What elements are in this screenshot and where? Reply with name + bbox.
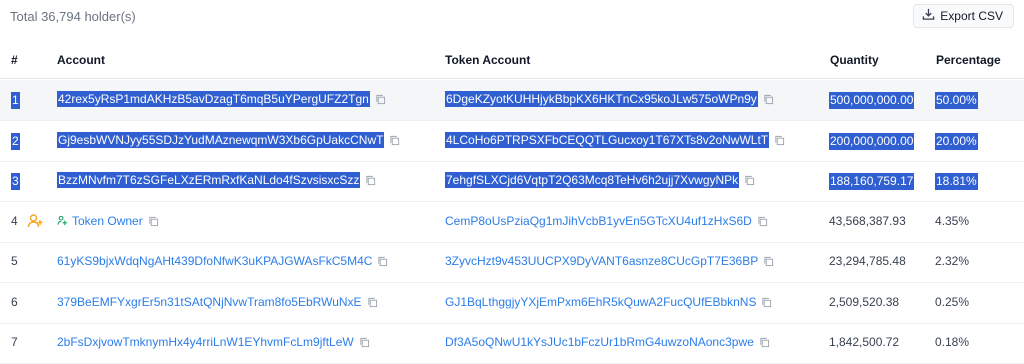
add-user-icon <box>27 213 43 229</box>
table-row: 5 61yKS9bjxWdqNgAHt439DfoNfwK3uKPAJGWAsFk… <box>0 242 1024 283</box>
column-account: Account <box>57 53 105 67</box>
account-link[interactable]: Token Owner <box>72 214 143 228</box>
account-cell: 61yKS9bjxWdqNgAHt439DfoNfwK3uKPAJGWAsFkC… <box>57 254 388 269</box>
copy-icon[interactable] <box>763 94 774 105</box>
column-token-account: Token Account <box>445 53 531 67</box>
token-account-link[interactable]: 7ehgfSLXCjd6VqtpT2Q63Mcq8TeHv6h2ujj7Xvwg… <box>445 172 740 188</box>
export-csv-button[interactable]: Export CSV <box>913 4 1014 28</box>
copy-icon[interactable] <box>761 297 772 308</box>
account-cell: 42rex5yRsP1mdAKHzB5avDzagT6mqB5uYPergUFZ… <box>57 91 386 107</box>
quantity-value: 500,000,000.00 <box>829 92 915 109</box>
copy-icon[interactable] <box>759 337 770 348</box>
token-account-link[interactable]: 4LCoHo6PTRPSXFbCEQQTLGucxoy1T67XTs8v2oNw… <box>445 131 770 148</box>
token-account-link[interactable]: 3ZyvcHzt9v453UUCPX9DyVANT6asnze8CUcGpT7E… <box>445 254 758 268</box>
percentage-value: 0.18% <box>935 335 970 349</box>
owner-icon <box>57 215 68 226</box>
copy-icon[interactable] <box>365 175 376 186</box>
account-link[interactable]: Gj9esbWVNJyy55SDJzYudMAznewqmW3Xb6GpUakc… <box>57 131 385 148</box>
account-link[interactable]: 379BeEMFYxgrEr5n31tSAtQNjNvwTram8fo5EbRW… <box>57 295 362 309</box>
column-quantity: Quantity <box>830 53 879 67</box>
row-index: 1 <box>11 92 20 109</box>
column-index: # <box>11 53 18 67</box>
token-account-link[interactable]: CemP8oUsPziaQg1mJihVcbB1yvEn5GTcXU4uf1zH… <box>445 214 752 228</box>
quantity-value: 1,842,500.72 <box>829 335 900 349</box>
percentage-value: 4.35% <box>935 213 970 228</box>
copy-icon[interactable] <box>377 256 388 267</box>
row-index: 7 <box>11 335 18 349</box>
account-cell: Token Owner <box>57 214 159 229</box>
percentage-value: 0.25% <box>935 294 970 309</box>
token-account-cell: 6DgeKZyotKUHHjykBbpKX6HKTnCx95koJLw575oW… <box>445 91 774 107</box>
total-holders: Total 36,794 holder(s) <box>10 9 136 24</box>
quantity-value: 188,160,759.17 <box>829 173 915 190</box>
quantity-value: 43,568,387.93 <box>829 213 906 228</box>
row-index: 6 <box>11 294 18 309</box>
token-account-cell: CemP8oUsPziaQg1mJihVcbB1yvEn5GTcXU4uf1zH… <box>445 214 768 229</box>
account-link[interactable]: 42rex5yRsP1mdAKHzB5avDzagT6mqB5uYPergUFZ… <box>57 91 370 107</box>
row-index: 5 <box>11 254 18 268</box>
token-account-link[interactable]: GJ1BqLthggjyYXjEmPxm6EhR5kQuwA2FucQUfEBb… <box>445 295 756 309</box>
account-cell: Gj9esbWVNJyy55SDJzYudMAznewqmW3Xb6GpUakc… <box>57 131 400 148</box>
copy-icon[interactable] <box>774 135 785 146</box>
download-icon <box>922 8 935 24</box>
table-row: 3 BzzMNvfm7T6zSGFeLXzERmRxfKaNLdo4fSzvsis… <box>0 161 1024 202</box>
column-percentage: Percentage <box>936 53 1001 67</box>
table-row: 2 Gj9esbWVNJyy55SDJzYudMAznewqmW3Xb6GpUak… <box>0 121 1024 162</box>
copy-icon[interactable] <box>763 256 774 267</box>
token-account-link[interactable]: Df3A5oQNwU1kYsJUc1bFczUr1bRmG4uwzoNAonc3… <box>445 335 754 349</box>
copy-icon[interactable] <box>359 337 370 348</box>
table-row: 6 379BeEMFYxgrEr5n31tSAtQNjNvwTram8fo5EbR… <box>0 283 1024 324</box>
export-csv-label: Export CSV <box>940 9 1003 23</box>
token-account-cell: 3ZyvcHzt9v453UUCPX9DyVANT6asnze8CUcGpT7E… <box>445 254 774 269</box>
holders-toolbar: Total 36,794 holder(s) Export CSV <box>10 0 1014 36</box>
token-account-cell: 4LCoHo6PTRPSXFbCEQQTLGucxoy1T67XTs8v2oNw… <box>445 131 785 148</box>
copy-icon[interactable] <box>389 135 400 146</box>
table-row: 1 42rex5yRsP1mdAKHzB5avDzagT6mqB5uYPergUF… <box>0 80 1024 121</box>
quantity-value: 2,509,520.38 <box>829 294 900 309</box>
quantity-value: 200,000,000.00 <box>829 132 915 150</box>
percentage-value: 2.32% <box>935 254 970 268</box>
percentage-value: 20.00% <box>935 132 978 150</box>
account-cell: BzzMNvfm7T6zSGFeLXzERmRxfKaNLdo4fSzvsisx… <box>57 172 376 188</box>
account-link[interactable]: 2bFsDxjvowTmknymHx4y4rriLnW1EYhvmFcLm9jf… <box>57 335 354 349</box>
account-link[interactable]: BzzMNvfm7T6zSGFeLXzERmRxfKaNLdo4fSzvsisx… <box>57 172 361 188</box>
copy-icon[interactable] <box>757 216 768 227</box>
token-account-cell: Df3A5oQNwU1kYsJUc1bFczUr1bRmG4uwzoNAonc3… <box>445 335 770 350</box>
table-row: 4 Token Owner CemP8oUsPziaQg1mJihVcbB1yvEn… <box>0 202 1024 243</box>
account-link[interactable]: 61yKS9bjxWdqNgAHt439DfoNfwK3uKPAJGWAsFkC… <box>57 254 372 268</box>
row-index: 3 <box>11 173 20 190</box>
copy-icon[interactable] <box>148 216 159 227</box>
token-account-link[interactable]: 6DgeKZyotKUHHjykBbpKX6HKTnCx95koJLw575oW… <box>445 91 758 107</box>
copy-icon[interactable] <box>744 175 755 186</box>
table-row: 7 2bFsDxjvowTmknymHx4y4rriLnW1EYhvmFcLm9j… <box>0 323 1024 364</box>
account-cell: 379BeEMFYxgrEr5n31tSAtQNjNvwTram8fo5EbRW… <box>57 295 378 310</box>
token-account-cell: GJ1BqLthggjyYXjEmPxm6EhR5kQuwA2FucQUfEBb… <box>445 295 772 310</box>
row-index: 4 <box>11 213 18 228</box>
quantity-value: 23,294,785.48 <box>829 254 906 268</box>
percentage-value: 50.00% <box>935 92 978 109</box>
percentage-value: 18.81% <box>935 173 978 190</box>
account-cell: 2bFsDxjvowTmknymHx4y4rriLnW1EYhvmFcLm9jf… <box>57 335 370 350</box>
row-index: 2 <box>11 132 20 150</box>
copy-icon[interactable] <box>375 94 386 105</box>
token-account-cell: 7ehgfSLXCjd6VqtpT2Q63Mcq8TeHv6h2ujj7Xvwg… <box>445 172 755 188</box>
table-header: # Account Token Account Quantity Percent… <box>0 40 1024 79</box>
copy-icon[interactable] <box>367 297 378 308</box>
